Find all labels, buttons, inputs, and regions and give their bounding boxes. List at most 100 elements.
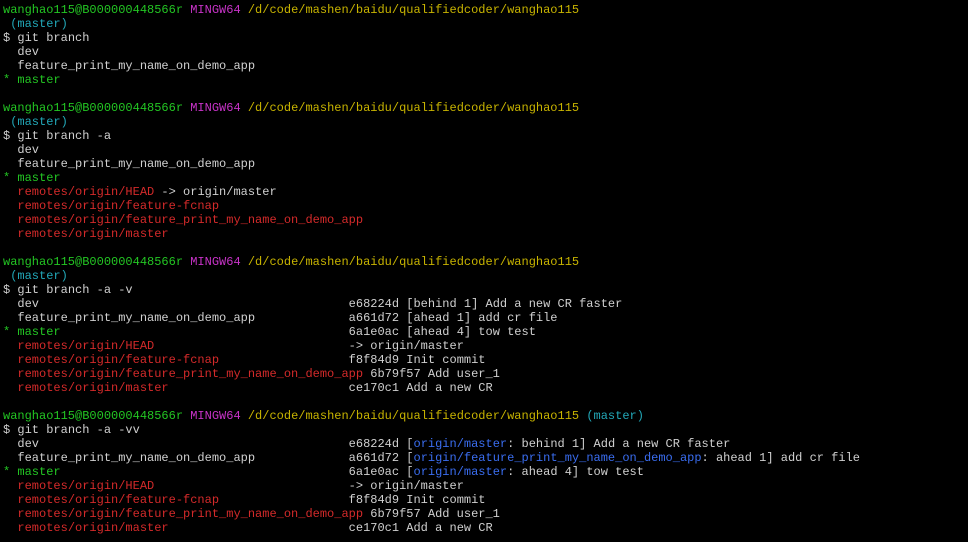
prompt-line: wanghao115@B000000448566r MINGW64 /d/cod…: [3, 409, 968, 423]
prompt-path: /d/code/mashen/baidu/qualifiedcoder/wang…: [247, 101, 580, 115]
tracking-info: : ahead 4] tow test: [507, 465, 644, 479]
branch-marker: [3, 521, 10, 535]
prompt-branch: (master): [10, 269, 68, 283]
command-text: git branch -a: [17, 129, 112, 143]
branch-name: dev: [17, 45, 40, 59]
branch-marker: [3, 185, 10, 199]
branch-marker: [3, 367, 10, 381]
branch-output-line: remotes/origin/feature_print_my_name_on_…: [3, 367, 968, 381]
command-text: git branch -a -v: [17, 283, 133, 297]
branch-name: master: [17, 73, 61, 87]
prompt-user-host: wanghao115@B000000448566r: [3, 409, 184, 423]
prompt-user-host: wanghao115@B000000448566r: [3, 3, 184, 17]
branch-name: dev: [17, 437, 40, 451]
branch-marker: [3, 213, 10, 227]
prompt-user-host: wanghao115@B000000448566r: [3, 101, 184, 115]
branch-output-line: * master 6a1e0ac [origin/master: ahead 4…: [3, 465, 644, 479]
branch-name: dev: [17, 143, 40, 157]
upstream-branch: origin/feature_print_my_name_on_demo_app: [413, 451, 702, 465]
current-branch-marker: *: [3, 325, 11, 339]
branch-marker: [3, 507, 10, 521]
prompt-branch: (master): [586, 409, 644, 423]
branch-output-line: dev e68224d [origin/master: behind 1] Ad…: [3, 437, 968, 451]
command-line: $ git branch -a: [3, 129, 968, 143]
prompt-path: /d/code/mashen/baidu/qualifiedcoder/wang…: [247, 3, 580, 17]
branch-name: master: [17, 465, 61, 479]
branch-name: feature_print_my_name_on_demo_app: [17, 451, 256, 465]
branch-output-line: dev: [3, 45, 968, 59]
branch-marker: [3, 59, 10, 73]
branch-output-line: remotes/origin/feature-fcnap f8f84d9 Ini…: [3, 353, 968, 367]
prompt-branch: (master): [10, 115, 68, 129]
prompt-line: wanghao115@B000000448566r MINGW64 /d/cod…: [3, 255, 968, 269]
prompt-dollar: $: [3, 423, 11, 437]
commit-hash: e68224d: [348, 437, 400, 451]
prompt-dollar: $: [3, 283, 11, 297]
prompt-user-host: wanghao115@B000000448566r: [3, 255, 184, 269]
branch-output-line: remotes/origin/HEAD -> origin/master: [3, 479, 968, 493]
prompt-msystem: MINGW64: [190, 255, 241, 269]
branch-output-line: feature_print_my_name_on_demo_app a661d7…: [3, 311, 968, 325]
prompt-branch-line: (master): [3, 269, 968, 283]
prompt-dollar: $: [3, 129, 11, 143]
upstream-branch: origin/master: [413, 437, 508, 451]
branch-output-line: * master 6a1e0ac [ahead 4] tow test: [3, 325, 968, 339]
branch-output-line: feature_print_my_name_on_demo_app a661d7…: [3, 451, 968, 465]
command-line: $ git branch: [3, 31, 968, 45]
prompt-line: wanghao115@B000000448566r MINGW64 /d/cod…: [3, 3, 968, 17]
branch-name: dev: [17, 297, 40, 311]
branch-name: remotes/origin/feature-fcnap: [17, 199, 220, 213]
prompt-msystem: MINGW64: [190, 101, 241, 115]
branch-output-line: remotes/origin/feature_print_my_name_on_…: [3, 213, 968, 227]
branch-output-line: remotes/origin/HEAD -> origin/master: [3, 339, 968, 353]
branch-marker: [3, 227, 10, 241]
prompt-dollar: $: [3, 31, 11, 45]
branch-output-line: feature_print_my_name_on_demo_app: [3, 157, 968, 171]
branch-info: 6a1e0ac [ahead 4] tow test: [348, 325, 536, 339]
branch-name: remotes/origin/HEAD: [17, 479, 155, 493]
branch-info: 6b79f57 Add user_1: [370, 367, 500, 381]
branch-info: e68224d [behind 1] Add a new CR faster: [348, 297, 623, 311]
prompt-msystem: MINGW64: [190, 3, 241, 17]
branch-output-line: remotes/origin/master ce170c1 Add a new …: [3, 521, 968, 535]
branch-output-line: remotes/origin/HEAD -> origin/master: [3, 185, 968, 199]
branch-info: f8f84d9 Init commit: [348, 353, 486, 367]
branch-marker: [3, 353, 10, 367]
prompt-branch: (master): [10, 17, 68, 31]
branch-info: -> origin/master: [348, 479, 464, 493]
terminal-window[interactable]: wanghao115@B000000448566r MINGW64 /d/cod…: [0, 0, 968, 542]
branch-output-line: * master: [3, 171, 968, 185]
branch-marker: [3, 381, 10, 395]
prompt-branch-line: (master): [3, 17, 968, 31]
branch-output-line: dev: [3, 143, 968, 157]
branch-name: remotes/origin/master: [17, 227, 169, 241]
branch-output-line: * master: [3, 73, 968, 87]
branch-name: master: [17, 171, 61, 185]
current-branch-marker: *: [3, 73, 11, 87]
branch-name: remotes/origin/feature_print_my_name_on_…: [17, 213, 364, 227]
commit-hash: 6a1e0ac: [348, 465, 400, 479]
branch-output-line: remotes/origin/master: [3, 227, 968, 241]
tracking-info: : ahead 1] add cr file: [701, 451, 860, 465]
branch-output-line: remotes/origin/feature-fcnap: [3, 199, 968, 213]
branch-name: feature_print_my_name_on_demo_app: [17, 59, 256, 73]
command-line: $ git branch -a -v: [3, 283, 968, 297]
prompt-line: wanghao115@B000000448566r MINGW64 /d/cod…: [3, 101, 968, 115]
branch-name: remotes/origin/feature_print_my_name_on_…: [17, 507, 364, 521]
tracking-info: : behind 1] Add a new CR faster: [507, 437, 731, 451]
branch-marker: [3, 199, 10, 213]
branch-info: a661d72 [ahead 1] add cr file: [348, 311, 558, 325]
branch-info: -> origin/master: [348, 339, 464, 353]
branch-info: f8f84d9 Init commit: [348, 493, 486, 507]
branch-name: remotes/origin/HEAD: [17, 185, 155, 199]
prompt-msystem: MINGW64: [190, 409, 241, 423]
branch-marker: [3, 451, 10, 465]
branch-name: feature_print_my_name_on_demo_app: [17, 311, 256, 325]
branch-marker: [3, 45, 10, 59]
branch-name: remotes/origin/master: [17, 381, 169, 395]
branch-output-line: remotes/origin/feature-fcnap f8f84d9 Ini…: [3, 493, 968, 507]
branch-marker: [3, 479, 10, 493]
commit-hash: a661d72: [348, 451, 400, 465]
